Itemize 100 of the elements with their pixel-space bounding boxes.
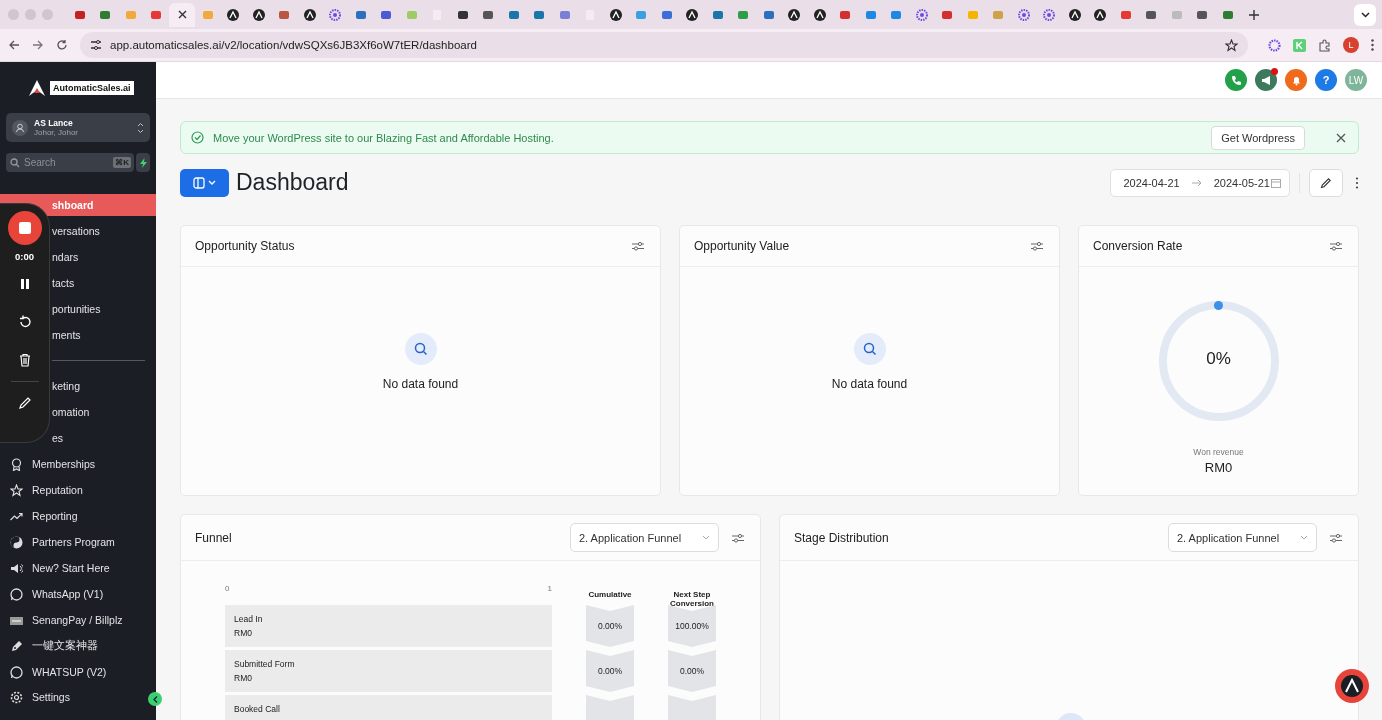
nav-item[interactable]: Memberships	[0, 451, 156, 478]
flower-icon[interactable]	[1268, 38, 1281, 52]
site-icon	[864, 8, 877, 21]
funnel-select[interactable]: 2. Application Funnel	[1168, 523, 1317, 552]
trash-icon[interactable]	[17, 353, 32, 367]
address-bar[interactable]: app.automaticsales.ai/v2/location/vdwSQXs6JB3Xf6oW7tER/dashboard	[80, 32, 1248, 58]
new-tab-icon[interactable]	[1246, 7, 1261, 22]
site-icon	[966, 8, 979, 21]
account-switcher[interactable]: AS Lance Johor, Johor	[6, 112, 150, 143]
reload-icon[interactable]	[56, 39, 68, 51]
notifications-button[interactable]	[1285, 69, 1307, 91]
tab-search-button[interactable]	[1354, 3, 1376, 26]
check-circle-icon	[191, 131, 204, 144]
search-icon	[10, 157, 20, 168]
select-value: 2. Application Funnel	[1177, 531, 1280, 544]
forward-icon[interactable]	[32, 39, 44, 51]
banner-message: Move your WordPress site to our Blazing Fast and Affordable Hosting.	[213, 131, 555, 144]
nav-item[interactable]: Partners Program	[0, 529, 156, 556]
phone-button[interactable]	[1225, 69, 1247, 91]
chat-icon	[10, 587, 23, 601]
filter-icon[interactable]	[732, 532, 744, 543]
nav-item[interactable]: 一键文案神器	[0, 633, 156, 660]
layout-icon	[193, 176, 205, 189]
card-title: Opportunity Status	[195, 239, 296, 253]
undo-icon[interactable]	[17, 315, 32, 329]
more-icon[interactable]	[1355, 176, 1359, 189]
back-icon[interactable]	[8, 39, 20, 51]
chevron-down-icon	[702, 535, 710, 540]
conversion-chevron: 100.00%	[668, 605, 716, 647]
browser-tab[interactable]	[169, 2, 195, 27]
site-icon	[635, 8, 648, 21]
help-button[interactable]: ?	[1315, 69, 1337, 91]
settings-link[interactable]: Settings	[0, 685, 76, 709]
site-icon	[992, 8, 1005, 21]
card-title: Stage Distribution	[794, 530, 890, 545]
select-value: 2. Application Funnel	[579, 531, 682, 544]
pencil-icon[interactable]	[17, 396, 32, 410]
search-field[interactable]: Search ⌘K	[6, 153, 134, 173]
nav-item[interactable]: Reporting	[0, 503, 156, 530]
filter-icon[interactable]	[632, 241, 644, 251]
chevron-updown-icon	[137, 121, 144, 134]
collapse-button[interactable]	[148, 692, 162, 706]
nav-item[interactable]: SenangPay / Billplz	[0, 607, 156, 634]
chevron-down-icon	[1360, 11, 1370, 18]
triangle-logo-icon	[252, 8, 265, 21]
close-icon[interactable]	[177, 10, 187, 19]
flower-icon	[1017, 8, 1030, 21]
settings-icon	[10, 690, 23, 704]
flower-icon	[329, 8, 342, 21]
triangle-logo-icon	[303, 8, 316, 21]
layout-button[interactable]	[180, 168, 229, 197]
phone-icon	[1230, 74, 1242, 86]
nav-item[interactable]: New? Start Here	[0, 555, 156, 582]
bell-icon	[1290, 74, 1302, 86]
star-icon[interactable]	[1225, 38, 1238, 52]
site-icon	[941, 8, 954, 21]
gauge-amount: RM0	[1204, 460, 1233, 475]
chevron-down-icon	[1300, 535, 1308, 540]
site-icon	[507, 8, 520, 21]
step-name: Booked Call	[234, 704, 281, 714]
site-settings-icon[interactable]	[90, 39, 102, 51]
site-icon	[354, 8, 367, 21]
card-title: Funnel	[195, 530, 233, 545]
more-icon[interactable]	[1371, 39, 1374, 51]
nav-item[interactable]: WHATSUP (V2)	[0, 659, 156, 686]
flower-icon	[1043, 8, 1056, 21]
funnel-select[interactable]: 2. Application Funnel	[570, 523, 719, 552]
recording-time: 0:00	[15, 251, 34, 262]
triangle-logo-icon	[28, 78, 46, 97]
puzzle-icon[interactable]	[1318, 38, 1331, 52]
filter-icon[interactable]	[1031, 241, 1043, 251]
site-icon	[73, 8, 86, 21]
site-icon	[99, 8, 112, 21]
chevron-left-icon	[152, 695, 158, 703]
site-icon	[660, 8, 673, 21]
edit-button[interactable]	[1309, 168, 1343, 197]
column-header: Cumulative	[587, 589, 633, 599]
star-icon	[10, 483, 23, 497]
filter-icon[interactable]	[1330, 532, 1342, 543]
nav-item[interactable]: Reputation	[0, 477, 156, 504]
site-icon	[558, 8, 571, 21]
chat-icon	[10, 665, 23, 679]
step-value: RM0	[234, 673, 253, 683]
announcement-button[interactable]	[1255, 69, 1277, 91]
get-wordpress-button[interactable]: Get Wordpress	[1211, 125, 1305, 150]
close-icon[interactable]	[1336, 132, 1346, 143]
site-icon	[1119, 8, 1132, 21]
profile-avatar[interactable]: L	[1343, 37, 1359, 53]
quick-action-button[interactable]	[136, 153, 150, 173]
lightning-icon	[139, 157, 147, 168]
filter-icon[interactable]	[1330, 241, 1342, 251]
award-icon	[10, 457, 23, 471]
stop-button[interactable]	[7, 211, 42, 245]
megaphone-icon	[1260, 74, 1272, 86]
date-range-picker[interactable]: 2024-04-21 2024-05-21	[1110, 168, 1290, 197]
search-icon	[862, 342, 877, 356]
site-icon	[533, 8, 546, 21]
help-widget-button[interactable]	[1335, 669, 1369, 703]
nav-item[interactable]: WhatsApp (V1)	[0, 581, 156, 608]
site-icon	[1221, 8, 1234, 21]
